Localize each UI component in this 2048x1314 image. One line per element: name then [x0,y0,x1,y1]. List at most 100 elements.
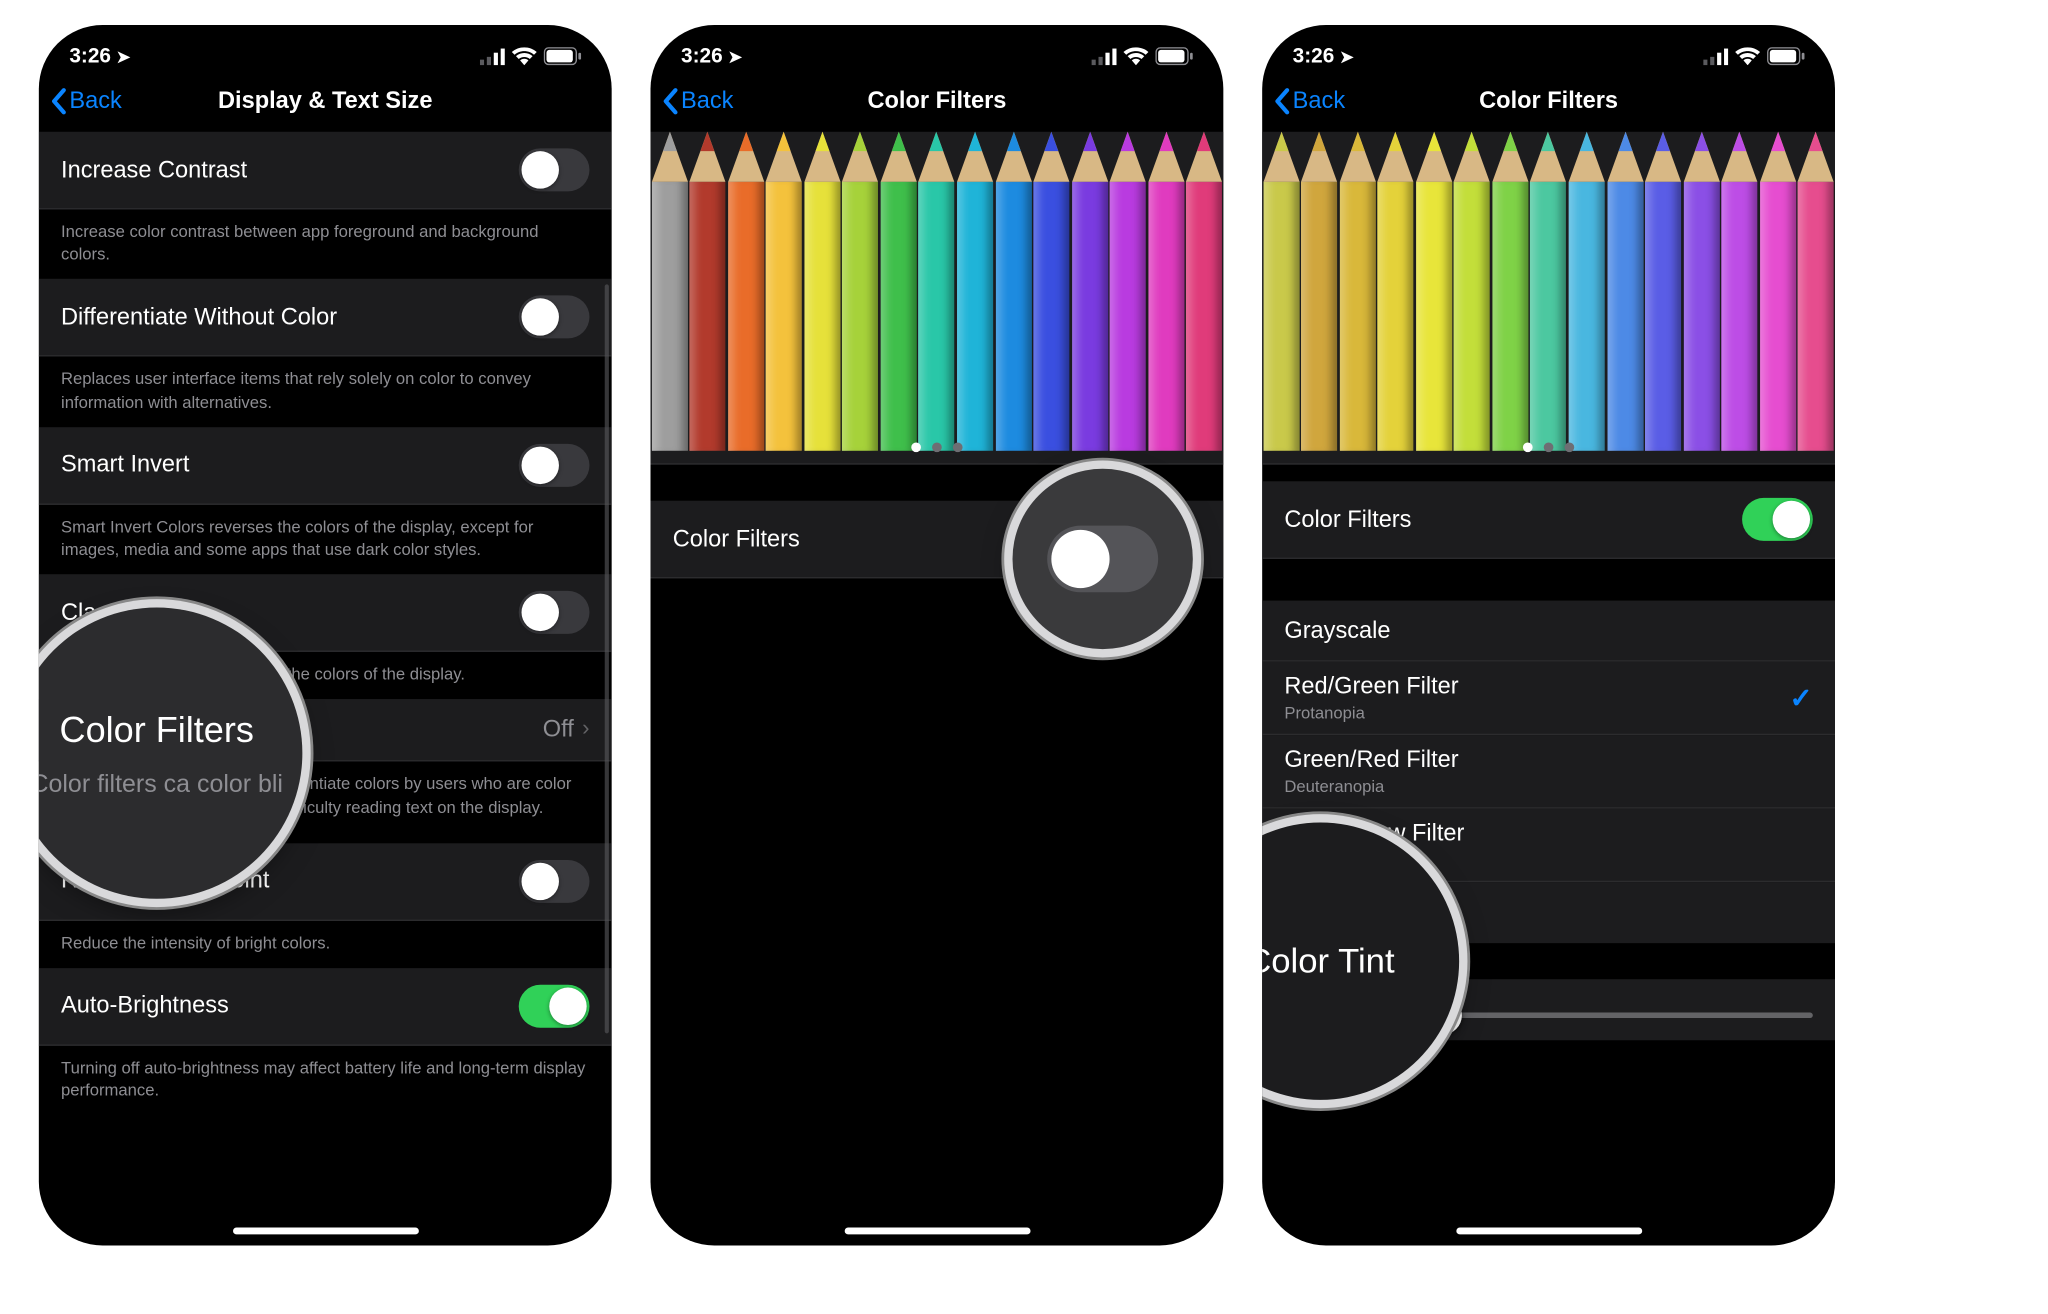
toggle-diff-without-color[interactable] [519,296,590,339]
pencil-icon [918,132,956,451]
page-dot[interactable] [911,442,921,452]
pencil-icon [1032,132,1070,451]
pencil-preview[interactable] [651,132,1224,465]
scroll-indicator[interactable] [605,284,609,1033]
phone-color-filters-on: 3:26 ➤ Back Color Filters [1262,25,1835,1246]
magnifier-toggle [1013,469,1193,649]
pencil-icon [1568,132,1606,451]
pencil-icon [1071,132,1109,451]
back-button[interactable]: Back [50,87,122,115]
back-label: Back [681,87,733,115]
nav-title: Color Filters [651,87,1224,115]
pencil-icon [1797,132,1835,451]
chevron-right-icon: › [582,718,589,743]
pencil-icon [1759,132,1797,451]
back-label: Back [1293,87,1345,115]
nav-bar: Back Display & Text Size [39,71,612,132]
nav-bar: Back Color Filters [651,71,1224,132]
back-label: Back [69,87,121,115]
chevron-left-icon [662,87,679,115]
status-time: 3:26 [1293,44,1335,68]
pencil-icon [1644,132,1682,451]
pencil-icon [689,132,727,451]
nav-bar: Back Color Filters [1262,71,1835,132]
row-diff-without-color[interactable]: Differentiate Without Color [39,279,612,357]
pencil-icon [1606,132,1644,451]
pencil-icon [841,132,879,451]
status-bar: 3:26 ➤ [651,25,1224,71]
footer-reduce-white-point: Reduce the intensity of bright colors. [39,921,612,968]
toggle-reduce-white-point[interactable] [519,860,590,903]
wifi-icon [1735,47,1760,65]
pencil-icon [1453,132,1491,451]
checkmark-icon: ✓ [1790,680,1813,715]
status-time: 3:26 [681,44,723,68]
signal-icon [1092,48,1117,65]
pencil-icon [880,132,918,451]
toggle-smart-invert[interactable] [519,443,590,486]
wifi-icon [512,47,537,65]
pencil-icon [1339,132,1377,451]
back-button[interactable]: Back [1273,87,1345,115]
page-dots[interactable] [1262,442,1835,452]
page-dot[interactable] [953,442,963,452]
pencil-icon [1185,132,1223,451]
pencil-icon [1415,132,1453,451]
home-indicator[interactable] [844,1227,1030,1234]
pencil-icon [1720,132,1758,451]
status-time: 3:26 [69,44,111,68]
location-icon: ➤ [117,46,131,65]
pencil-icon [1109,132,1147,451]
footer-diff-without-color: Replaces user interface items that rely … [39,357,612,427]
row-increase-contrast[interactable]: Increase Contrast [39,132,612,210]
page-dot[interactable] [1523,442,1533,452]
toggle-classic-invert[interactable] [519,591,590,634]
pencil-icon [1529,132,1567,451]
location-icon: ➤ [728,46,742,65]
battery-icon [1767,47,1804,65]
pencil-icon [803,132,841,451]
magnifier-label: Color Filters [60,708,254,751]
filter-red-green[interactable]: Red/Green Filter Protanopia ✓ [1262,662,1835,736]
pencil-icon [956,132,994,451]
pencil-icon [1682,132,1720,451]
nav-title: Display & Text Size [39,87,612,115]
pencil-preview[interactable] [1262,132,1835,465]
magnifier-label: Color Tint [1262,941,1394,981]
chevron-left-icon [1273,87,1290,115]
chevron-left-icon [50,87,67,115]
page-dots[interactable] [651,442,1224,452]
footer-auto-brightness: Turning off auto-brightness may affect b… [39,1046,612,1127]
page-dot[interactable] [1565,442,1575,452]
pencil-icon [1147,132,1185,451]
status-bar: 3:26 ➤ [39,25,612,71]
wifi-icon [1123,47,1148,65]
home-indicator[interactable] [232,1227,418,1234]
row-auto-brightness[interactable]: Auto-Brightness [39,968,612,1046]
pencil-icon [1491,132,1529,451]
toggle-increase-contrast[interactable] [519,148,590,191]
battery-icon [544,47,581,65]
page-dot[interactable] [932,442,942,452]
back-button[interactable]: Back [662,87,734,115]
pencil-icon [765,132,803,451]
home-indicator[interactable] [1456,1227,1642,1234]
filter-green-red[interactable]: Green/Red Filter Deuteranopia [1262,735,1835,809]
footer-smart-invert: Smart Invert Colors reverses the colors … [39,505,612,575]
magnifier-sub: Color filters ca color bli [39,771,283,798]
pencil-icon [994,132,1032,451]
nav-title: Color Filters [1262,87,1835,115]
signal-icon [1703,48,1728,65]
toggle-color-filters[interactable] [1742,498,1813,541]
footer-increase-contrast: Increase color contrast between app fore… [39,209,612,279]
row-smart-invert[interactable]: Smart Invert [39,427,612,505]
page-dot[interactable] [1544,442,1554,452]
pencil-icon [651,132,689,451]
filter-grayscale[interactable]: Grayscale [1262,601,1835,662]
row-color-filters-toggle[interactable]: Color Filters [1262,481,1835,559]
location-icon: ➤ [1340,46,1354,65]
status-bar: 3:26 ➤ [1262,25,1835,71]
toggle-auto-brightness[interactable] [519,985,590,1028]
pencil-icon [727,132,765,451]
phone-color-filters-off: 3:26 ➤ Back Color Filters [651,25,1224,1246]
